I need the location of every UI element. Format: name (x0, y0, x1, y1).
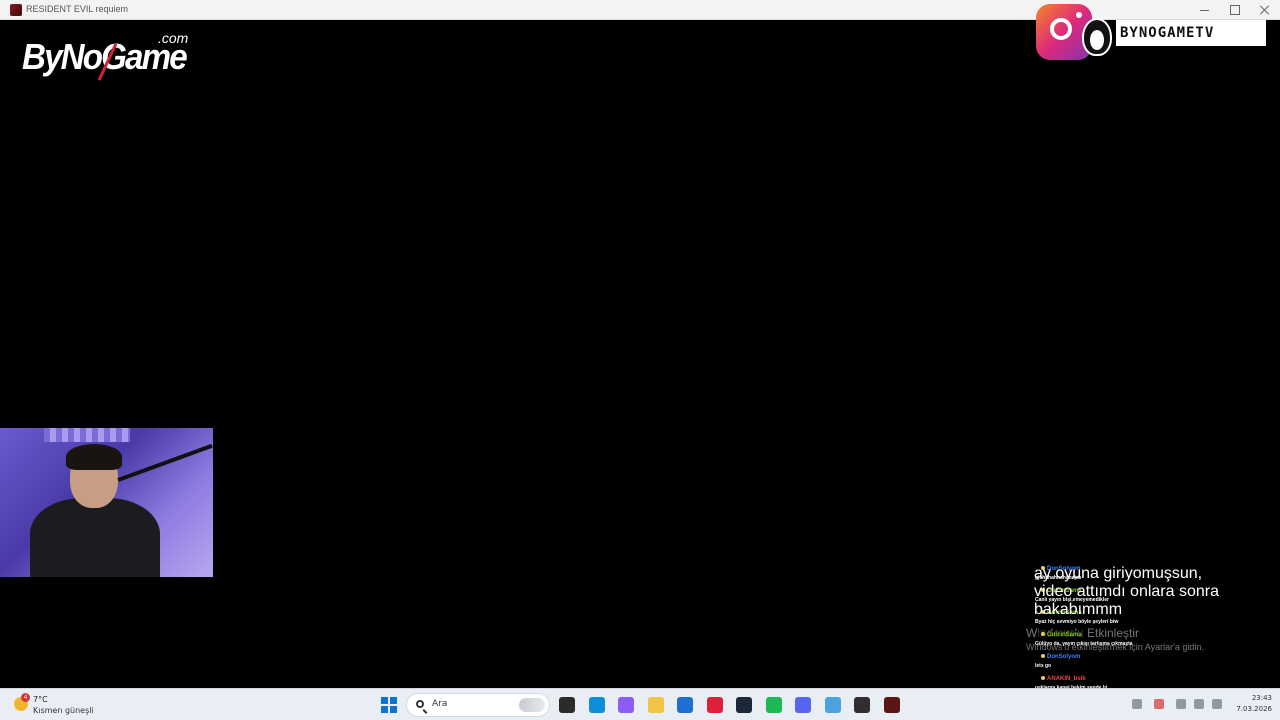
chat-message-text: lets go (1035, 663, 1052, 669)
system-tray[interactable] (1128, 697, 1224, 713)
social-handle: BYNOGAMETV (1116, 20, 1266, 46)
chat-badge-icon (1041, 632, 1045, 636)
weather-widget[interactable]: 4 7°C Kısmen güneşli (14, 693, 114, 717)
webcam-feed (0, 428, 213, 577)
social-overlay: BYNOGAMETV (1036, 4, 1268, 60)
streamer-hair (66, 444, 122, 470)
window-title: RESIDENT EVIL requiem (26, 4, 129, 14)
weather-condition: Kısmen güneşli (33, 706, 94, 715)
chat-username-text: DonSolyom (1047, 654, 1081, 660)
taskbar-clock[interactable]: 23:43 7.03.2026 (1228, 693, 1272, 715)
weather-badge: 4 (21, 693, 30, 702)
search-icon (416, 700, 424, 708)
resident-evil-app-icon (10, 4, 22, 16)
chat-username: ANAKIN_bslk (1038, 675, 1089, 683)
bynogame-logo: ByNoGame .com (22, 30, 202, 86)
steam-icon[interactable] (736, 697, 752, 713)
store-icon[interactable] (677, 697, 693, 713)
microphone-arm (117, 443, 213, 482)
logo-suffix: .com (158, 30, 189, 46)
microphone-icon[interactable] (1176, 699, 1186, 709)
chat-message-text: Gülüyo da, yayın çıkışı tartışma çıkmaşt… (1035, 641, 1133, 647)
file-explorer-icon[interactable] (647, 697, 664, 713)
start-button-icon[interactable] (381, 697, 397, 713)
taskbar-search[interactable]: Ara (406, 693, 550, 717)
chevron-up-icon[interactable] (1132, 699, 1142, 709)
network-app-icon[interactable] (824, 697, 841, 713)
spotify-icon[interactable] (765, 697, 782, 713)
chat-message: GulcinSama Gülüyo da, yayın çıkışı tartış… (1034, 631, 1244, 653)
chat-username: DonSolyom (1038, 653, 1084, 661)
search-highlight-icon (519, 698, 545, 712)
chat-message-text: Byaz hiç sevmiyo böyle şeyleri btw (1035, 619, 1119, 625)
search-placeholder: Ara (432, 699, 448, 709)
penguin-mascot-icon (1082, 18, 1112, 56)
chat-username: GulcinSama (1038, 631, 1085, 639)
chat-username-text: GulcinSama (1047, 632, 1082, 638)
streamer-body (30, 498, 160, 577)
chat-message: DonSolyom lets go (1034, 653, 1244, 675)
chat-latest-message: ay oyuna giriyomuşsun, video attımdı onl… (1034, 565, 1219, 618)
clock-time: 23:43 (1251, 694, 1272, 702)
discord-icon[interactable] (795, 697, 811, 713)
chat-username-text: ANAKIN_bslk (1047, 676, 1086, 682)
network-icon[interactable] (1194, 699, 1204, 709)
volume-icon[interactable] (1212, 699, 1222, 709)
edge-icon[interactable] (588, 697, 605, 713)
opera-icon[interactable] (706, 697, 723, 713)
taskbar: 4 7°C Kısmen güneşli Ara 23:43 7.03.2026 (0, 688, 1280, 720)
chat-badge-icon (1041, 654, 1045, 658)
chat-badge-icon (1041, 676, 1045, 680)
task-view-icon[interactable] (559, 697, 575, 713)
tray-app-icon[interactable] (1154, 699, 1164, 709)
resident-evil-icon[interactable] (883, 697, 900, 713)
obs-icon[interactable] (854, 697, 870, 713)
weather-temperature: 7°C (33, 695, 48, 704)
copilot-icon[interactable] (618, 697, 634, 713)
webcam-background-shelf (44, 428, 130, 442)
clock-date: 7.03.2026 (1236, 705, 1272, 713)
